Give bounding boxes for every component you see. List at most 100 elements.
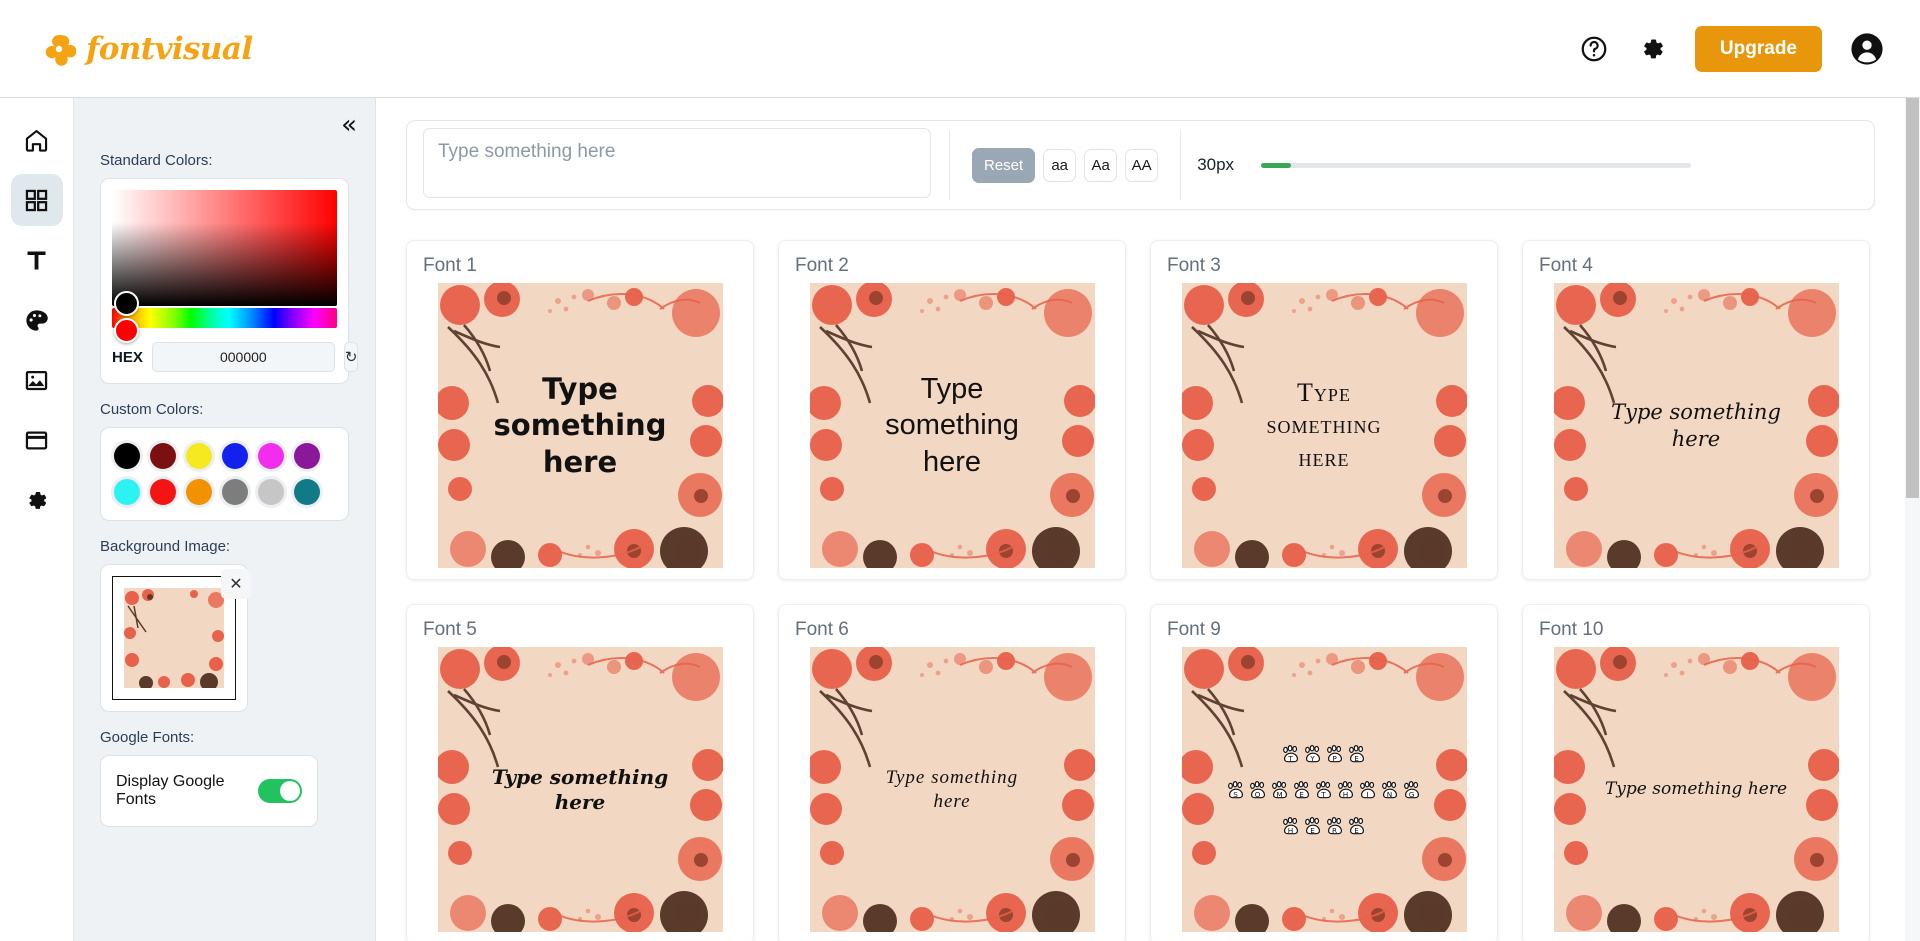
svg-text:E: E <box>1299 790 1305 799</box>
font-card[interactable]: Font 2 Type something here <box>778 240 1126 580</box>
color-swatch[interactable] <box>258 443 284 469</box>
upgrade-button[interactable]: Upgrade <box>1694 25 1822 72</box>
font-card-title: Font 5 <box>423 619 477 640</box>
font-card[interactable]: Font 3 Type something here <box>1150 240 1498 580</box>
font-card[interactable]: Font 1 Type something here <box>406 240 754 580</box>
color-swatch[interactable] <box>294 443 320 469</box>
font-card-title: Font 3 <box>1167 255 1221 276</box>
font-card[interactable]: Font 4 Type something here <box>1522 240 1870 580</box>
color-swatch[interactable] <box>150 479 176 505</box>
sidebar-item-images[interactable] <box>11 354 63 406</box>
svg-text:P: P <box>1332 754 1337 763</box>
svg-text:O: O <box>1255 790 1262 799</box>
font-preview[interactable]: Type something here <box>437 647 723 932</box>
sidebar-item-colors[interactable] <box>11 294 63 346</box>
font-preview-text: Type something here <box>885 373 1019 478</box>
text-input-wrap <box>407 127 949 203</box>
color-swatch[interactable] <box>186 443 212 469</box>
sidebar-icon-rail <box>0 98 74 941</box>
hex-input[interactable] <box>151 342 335 372</box>
font-preview[interactable]: Type something here <box>1181 283 1467 568</box>
refresh-icon[interactable]: ↻ <box>343 342 359 372</box>
font-card[interactable]: Font 9 T Y P E S O M E T H I N G H E R E <box>1150 604 1498 941</box>
panel-collapse-button[interactable]: « <box>341 112 357 138</box>
svg-text:G: G <box>1409 790 1416 799</box>
lowercase-button[interactable]: aa <box>1043 148 1077 182</box>
user-circle-icon[interactable] <box>1850 32 1884 66</box>
font-preview[interactable]: Type something here <box>809 283 1095 568</box>
font-card-title: Font 4 <box>1539 255 1593 276</box>
color-swatch[interactable] <box>294 479 320 505</box>
font-size-label: 30px <box>1197 155 1235 174</box>
font-size-slider[interactable] <box>1261 162 1692 168</box>
font-preview-text: Type something here <box>1604 778 1788 799</box>
reset-button[interactable]: Reset <box>972 147 1036 183</box>
hue-handle[interactable] <box>114 318 139 343</box>
color-swatch[interactable] <box>114 443 140 469</box>
svg-text:H: H <box>1288 826 1294 835</box>
text-t-icon <box>27 251 46 269</box>
font-preview[interactable]: Type something here <box>1553 647 1839 932</box>
background-image-thumb[interactable]: ✕ <box>100 564 251 712</box>
background-image-label: Background Image: <box>100 538 231 555</box>
google-fonts-label: Google Fonts: <box>100 729 195 746</box>
paw-print-icon: E <box>1291 779 1313 801</box>
font-card[interactable]: Font 5 Type something here <box>406 604 754 941</box>
sidebar-item-home[interactable] <box>11 114 63 166</box>
font-preview[interactable]: Type something here <box>437 283 723 568</box>
font-card-title: Font 10 <box>1539 619 1604 640</box>
standard-colors-label: Standard Colors: <box>100 152 213 169</box>
paw-print-icon: R <box>1324 815 1346 837</box>
font-preview[interactable]: T Y P E S O M E T H I N G H E R E <box>1181 647 1467 932</box>
display-google-fonts-toggle[interactable] <box>258 779 302 803</box>
color-handle[interactable] <box>114 291 139 316</box>
paw-print-icon: H <box>1335 779 1357 801</box>
paw-print-icon: Y <box>1302 743 1324 765</box>
font-preview-text: Type something here <box>491 764 669 814</box>
color-swatch[interactable] <box>222 479 248 505</box>
hex-label: HEX <box>112 348 143 366</box>
slider-fill <box>1261 162 1292 168</box>
font-preview[interactable]: Type something here <box>809 647 1095 932</box>
color-swatch[interactable] <box>114 479 140 505</box>
saturation-area[interactable] <box>112 190 337 343</box>
sidebar-item-settings[interactable] <box>11 474 63 526</box>
uppercase-button[interactable]: AA <box>1125 148 1159 182</box>
color-swatch[interactable] <box>258 479 284 505</box>
scrollbar-thumb[interactable] <box>1906 98 1919 498</box>
svg-text:I: I <box>1366 790 1369 799</box>
pinwheel-flower-icon <box>45 34 76 66</box>
custom-colors-grid <box>100 427 349 521</box>
sidebar-item-frames[interactable] <box>11 414 63 466</box>
svg-text:T: T <box>1287 754 1293 763</box>
question-circle-icon[interactable] <box>1579 34 1609 64</box>
color-swatch[interactable] <box>186 479 212 505</box>
swatch-list <box>112 439 337 509</box>
hue-strip[interactable] <box>112 308 337 328</box>
thumb-frame <box>112 576 236 700</box>
text-input[interactable] <box>423 127 931 198</box>
color-swatch[interactable] <box>222 443 248 469</box>
gear-icon[interactable] <box>1637 34 1667 64</box>
sidebar-item-templates[interactable] <box>10 174 63 226</box>
color-picker[interactable]: HEX ↻ <box>100 178 359 384</box>
font-preview-text: Type something here <box>493 372 667 479</box>
sidebar-item-text[interactable] <box>11 234 63 286</box>
font-preview[interactable]: Type something here <box>1553 283 1839 568</box>
header-actions: Upgrade <box>1579 25 1884 72</box>
svg-text:R: R <box>1332 826 1338 835</box>
page-scrollbar[interactable] <box>1905 98 1920 941</box>
paw-print-icon: N <box>1379 779 1401 801</box>
color-swatch[interactable] <box>150 443 176 469</box>
titlecase-button[interactable]: Aa <box>1084 148 1118 182</box>
home-icon <box>25 129 48 152</box>
svg-text:E: E <box>1354 754 1360 763</box>
paw-print-icon: E <box>1302 815 1324 837</box>
paw-print-icon: G <box>1401 779 1423 801</box>
paw-print-icon: O <box>1247 779 1269 801</box>
svg-text:H: H <box>1343 790 1349 799</box>
font-card[interactable]: Font 6 Type something here <box>778 604 1126 941</box>
close-x-icon[interactable]: ✕ <box>221 569 251 599</box>
app-logo[interactable]: fontvisual <box>42 31 253 67</box>
font-card[interactable]: Font 10 Type something here <box>1522 604 1870 941</box>
